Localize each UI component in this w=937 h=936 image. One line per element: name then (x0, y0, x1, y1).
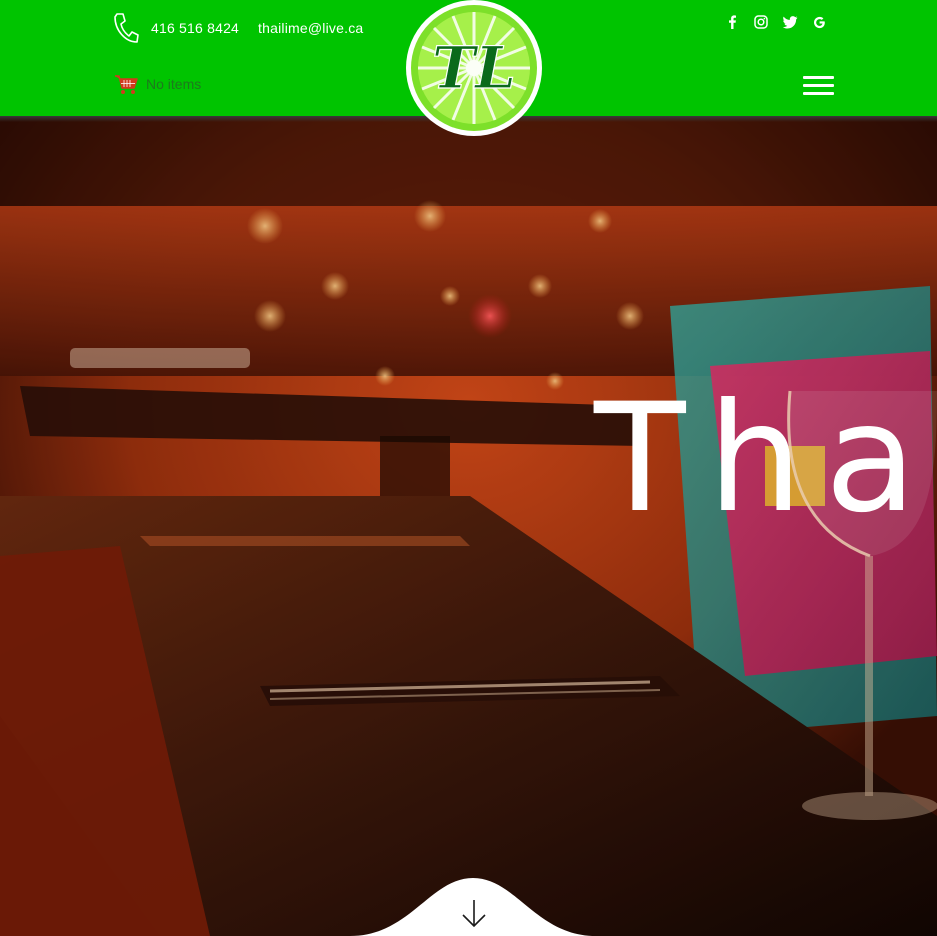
contact-info: 416 516 8424 thailime@live.ca (113, 10, 363, 46)
logo-text: TL (432, 34, 516, 102)
facebook-icon[interactable] (724, 14, 740, 30)
menu-bar (803, 76, 834, 79)
hamburger-menu-icon[interactable] (803, 76, 835, 98)
google-icon[interactable] (811, 14, 827, 30)
instagram-icon[interactable] (753, 14, 769, 30)
scroll-down-button[interactable] (350, 878, 596, 936)
cart-label: No items (146, 76, 202, 92)
hero-title: Thai (594, 372, 937, 546)
cart-icon (115, 75, 138, 94)
social-links (724, 14, 840, 30)
hero-section: Thai (0, 116, 937, 936)
logo[interactable]: TL (404, 0, 544, 138)
menu-bar (803, 84, 834, 87)
cart[interactable]: No items (114, 72, 201, 96)
page: 416 516 8424 thailime@live.ca No items T… (0, 0, 937, 936)
phone-icon (114, 13, 139, 43)
menu-bar (803, 92, 834, 95)
phone-number[interactable]: 416 516 8424 (151, 20, 239, 36)
email-link[interactable]: thailime@live.ca (258, 20, 363, 36)
twitter-icon[interactable] (782, 14, 798, 30)
